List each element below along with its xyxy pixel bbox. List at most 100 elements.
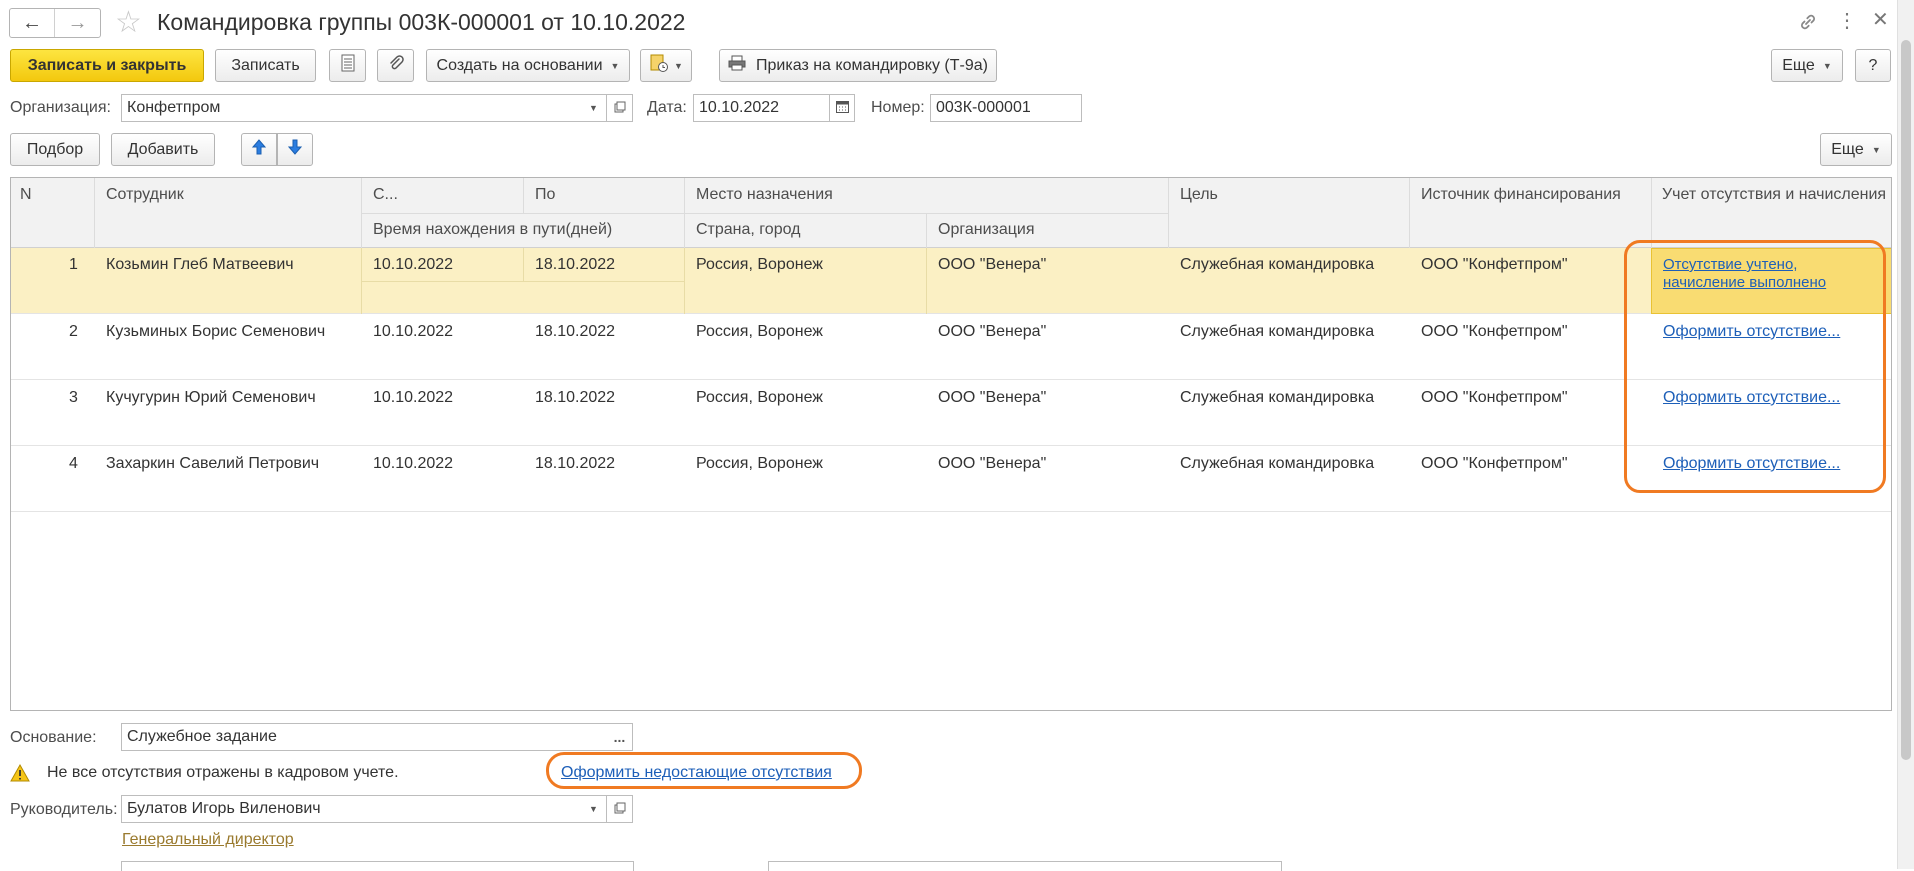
col-employee[interactable]: Сотрудник (106, 186, 184, 204)
col-financing[interactable]: Источник финансирования (1421, 186, 1621, 204)
date-to: 18.10.2022 (535, 389, 616, 406)
dropdown-arrow-icon: ▼ (674, 60, 683, 71)
table-more-label: Еще (1831, 140, 1864, 158)
financing: ООО "Конфетпром" (1421, 256, 1568, 273)
city: Россия, Воронеж (696, 389, 823, 406)
financing: ООО "Конфетпром" (1421, 455, 1568, 472)
arrow-left-icon: ← (22, 11, 42, 34)
cut-off-field-left (121, 861, 634, 871)
link-icon[interactable] (1796, 10, 1820, 34)
employee-name: Кучугурин Юрий Семенович (106, 389, 316, 406)
absence-column-annotation (1624, 240, 1886, 493)
paperclip-icon (388, 54, 404, 77)
employee-name: Захаркин Савелий Петрович (106, 455, 320, 472)
pick-button[interactable]: Подбор (10, 133, 100, 166)
print-order-button[interactable]: Приказ на командировку (Т-9а) (719, 49, 997, 82)
employee-name: Кузьминых Борис Семенович (106, 323, 326, 340)
head-open-button[interactable] (607, 795, 633, 823)
basis-label: Основание: (10, 729, 97, 746)
col-travel-time[interactable]: Время нахождения в пути(дней) (373, 221, 612, 239)
help-button[interactable]: ? (1855, 49, 1891, 82)
more-label: Еще (1782, 56, 1815, 74)
table-row[interactable]: 4 Захаркин Савелий Петрович 10.10.2022 1… (11, 446, 1891, 512)
financing: ООО "Конфетпром" (1421, 323, 1568, 340)
head-label: Руководитель: (10, 801, 118, 818)
destination-org: ООО "Венера" (938, 389, 1047, 406)
col-organization[interactable]: Организация (938, 221, 1035, 239)
move-down-button[interactable] (277, 133, 313, 166)
destination-org: ООО "Венера" (938, 256, 1047, 273)
list-icon (340, 54, 356, 77)
row-number: 3 (69, 389, 78, 406)
forward-button[interactable]: → (55, 9, 100, 37)
col-destination[interactable]: Место назначения (696, 186, 833, 204)
save-button[interactable]: Записать (215, 49, 316, 82)
save-and-close-button[interactable]: Записать и закрыть (10, 49, 204, 82)
number-label: Номер: (871, 99, 925, 116)
basis-field[interactable]: Служебное задание (121, 723, 608, 751)
organization-field[interactable]: Конфетпром (121, 94, 582, 122)
employees-table: N Сотрудник С... По Время нахождения в п… (10, 177, 1892, 711)
col-to[interactable]: По (535, 186, 555, 204)
purpose: Служебная командировка (1180, 455, 1375, 472)
purpose: Служебная командировка (1180, 256, 1375, 273)
open-window-icon (614, 802, 626, 817)
close-icon[interactable]: ✕ (1872, 8, 1889, 32)
create-based-on-button[interactable]: Создать на основании ▼ (426, 49, 630, 82)
move-up-button[interactable] (241, 133, 277, 166)
organization-dropdown-button[interactable]: ▼ (581, 94, 607, 122)
dropdown-arrow-icon: ▼ (1871, 144, 1881, 155)
organization-open-button[interactable] (607, 94, 633, 122)
col-absence[interactable]: Учет отсутствия и начисления (1662, 186, 1886, 204)
calendar-button[interactable] (829, 94, 855, 122)
row-number: 1 (69, 256, 78, 273)
arrow-down-icon (287, 139, 303, 160)
head-position-link[interactable]: Генеральный директор (122, 831, 294, 849)
col-purpose[interactable]: Цель (1180, 186, 1218, 204)
table-row[interactable]: 3 Кучугурин Юрий Семенович 10.10.2022 18… (11, 380, 1891, 446)
employee-name: Козьмин Глеб Матвеевич (106, 256, 294, 273)
back-button[interactable]: ← (10, 9, 55, 37)
scrollbar-thumb[interactable] (1901, 40, 1911, 760)
row-number: 4 (69, 455, 78, 472)
open-window-icon (614, 101, 626, 116)
related-documents-button[interactable]: ▼ (640, 49, 692, 82)
purpose: Служебная командировка (1180, 389, 1375, 406)
documents-clock-icon (649, 53, 669, 78)
page-scrollbar[interactable] (1897, 0, 1914, 869)
date-to: 18.10.2022 (535, 256, 616, 273)
date-from: 10.10.2022 (373, 256, 454, 273)
create-based-on-label: Создать на основании (436, 56, 603, 74)
col-country-city[interactable]: Страна, город (696, 221, 800, 239)
table-row[interactable]: 1 Козьмин Глеб Матвеевич 10.10.2022 18.1… (11, 248, 1891, 314)
basis-select-button[interactable]: ... (607, 723, 633, 751)
dropdown-arrow-icon: ▼ (589, 103, 598, 113)
date-field[interactable]: 10.10.2022 (693, 94, 830, 122)
organization-label: Организация: (10, 99, 111, 116)
nav-buttons: ← → (9, 8, 101, 38)
table-more-button[interactable]: Еще ▼ (1820, 133, 1892, 166)
more-button[interactable]: Еще ▼ (1771, 49, 1843, 82)
print-order-label: Приказ на командировку (Т-9а) (756, 56, 988, 74)
more-menu-icon[interactable]: ⋮ (1837, 9, 1857, 33)
calendar-icon (835, 100, 849, 116)
date-to: 18.10.2022 (535, 323, 616, 340)
col-n[interactable]: N (20, 186, 32, 204)
add-button[interactable]: Добавить (111, 133, 215, 166)
city: Россия, Воронеж (696, 323, 823, 340)
arrow-right-icon: → (67, 11, 88, 34)
attach-button[interactable] (377, 49, 414, 82)
warning-link-annotation (546, 752, 862, 789)
document-list-button[interactable] (329, 49, 366, 82)
head-field[interactable]: Булатов Игорь Виленович (121, 795, 582, 823)
purpose: Служебная командировка (1180, 323, 1375, 340)
city: Россия, Воронеж (696, 455, 823, 472)
col-from[interactable]: С... (373, 186, 398, 204)
window-title: Командировка группы 003К-000001 от 10.10… (157, 9, 686, 35)
head-dropdown-button[interactable]: ▼ (581, 795, 607, 823)
favorite-star-icon[interactable]: ☆ (115, 6, 142, 40)
date-from: 10.10.2022 (373, 455, 454, 472)
number-field[interactable]: 003К-000001 (930, 94, 1082, 122)
table-row[interactable]: 2 Кузьминых Борис Семенович 10.10.2022 1… (11, 314, 1891, 380)
warning-icon (10, 763, 30, 787)
